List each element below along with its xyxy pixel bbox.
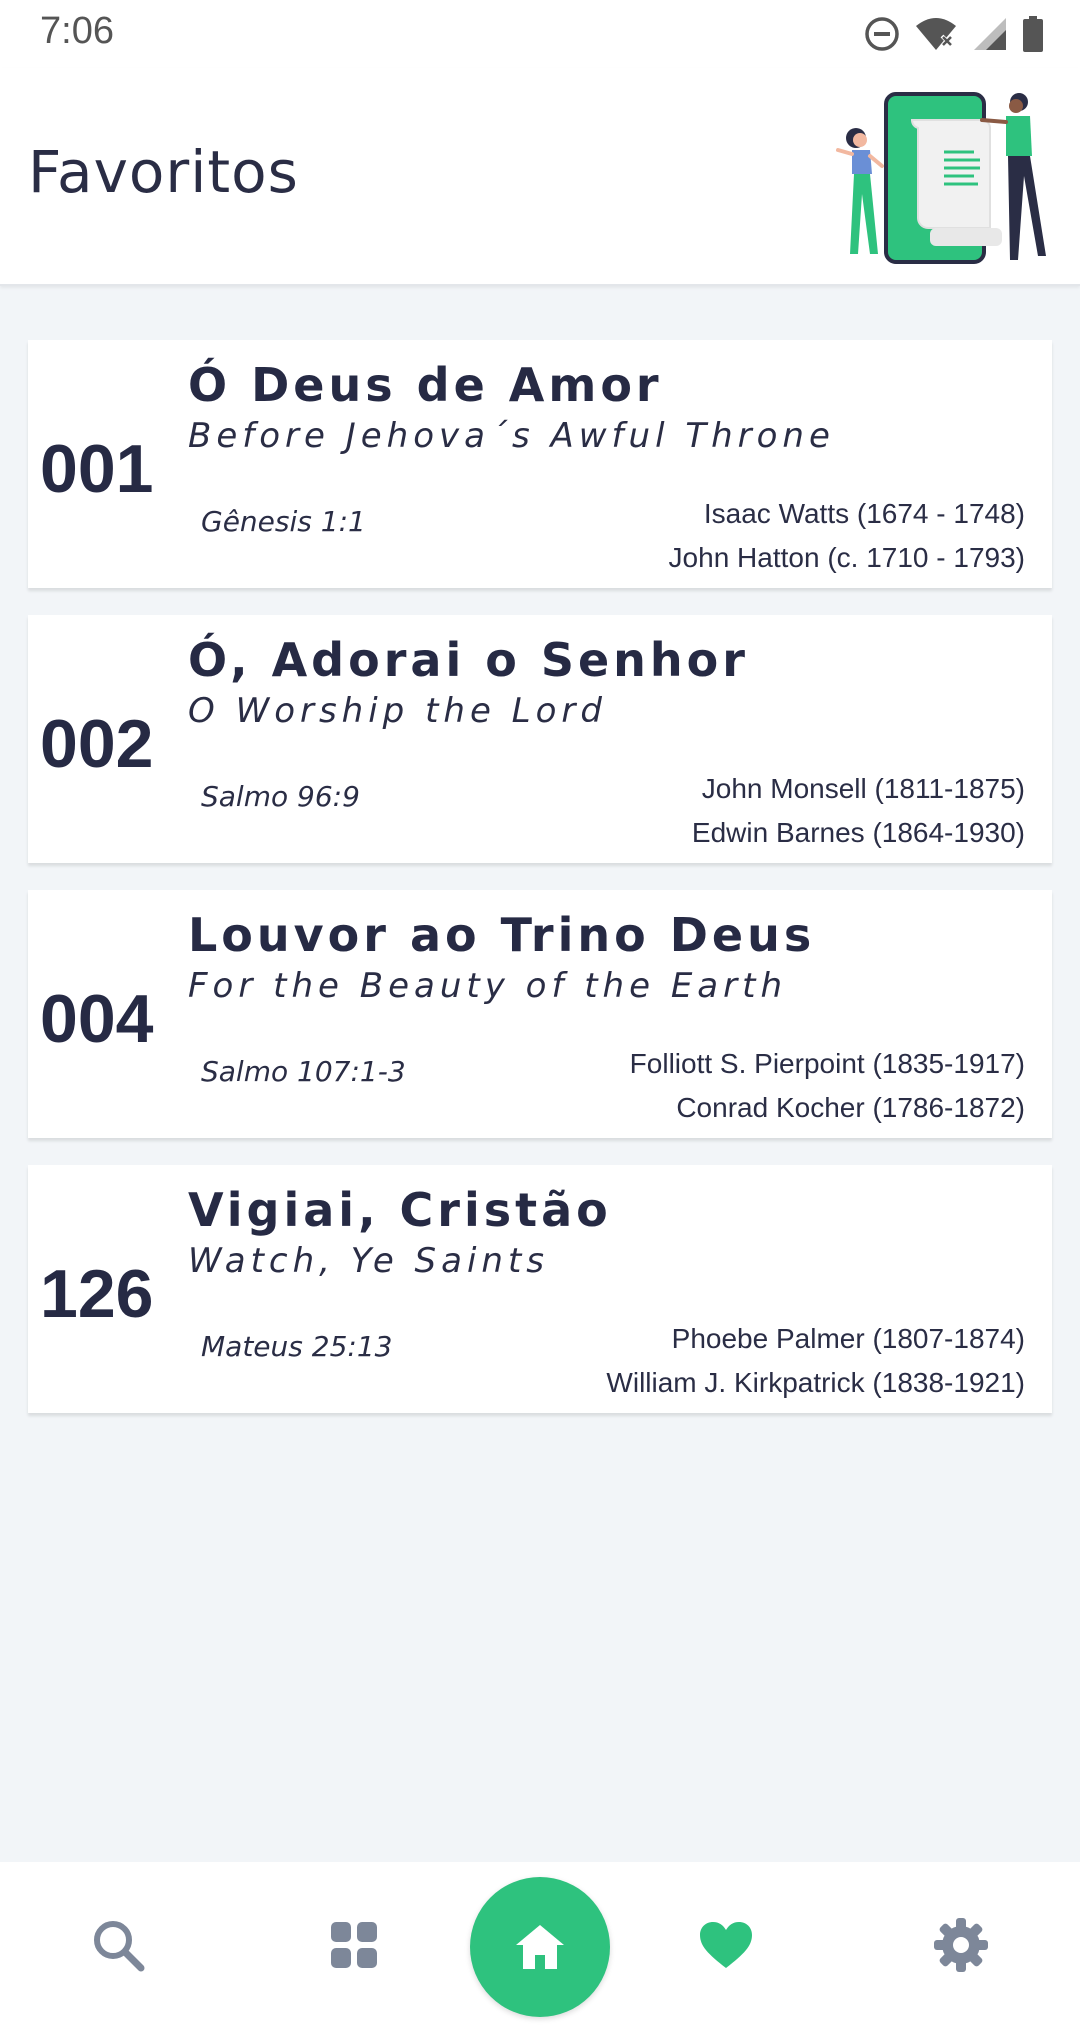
hymn-author-lyrics: Folliott S. Pierpoint (1835-1917): [629, 1048, 1025, 1079]
favorites-list: 001 Ó Deus de Amor Before Jehova´s Awful…: [28, 340, 1052, 1440]
hymn-card[interactable]: 002 Ó, Adorai o Senhor O Worship the Lor…: [28, 615, 1052, 863]
battery-icon: [1023, 16, 1043, 52]
hymn-number: 004: [40, 981, 154, 1057]
nav-settings[interactable]: [901, 1862, 1021, 2028]
hymn-reference: Gênesis 1:1: [201, 505, 366, 538]
hymn-author-music: John Hatton (c. 1710 - 1793): [668, 542, 1025, 573]
hymn-author-music: Conrad Kocher (1786-1872): [676, 1092, 1025, 1123]
hymn-number: 001: [40, 431, 154, 507]
hymn-author-lyrics: John Monsell (1811-1875): [701, 773, 1025, 804]
hymn-original-title: Watch, Ye Saints: [188, 1241, 549, 1281]
hymn-authors: Folliott S. Pierpoint (1835-1917) Conrad…: [630, 1042, 1025, 1130]
gear-icon: [934, 1918, 988, 1972]
hymn-title: Vigiai, Cristão: [188, 1183, 612, 1237]
hymn-authors: Phoebe Palmer (1807-1874) William J. Kir…: [606, 1317, 1025, 1405]
home-icon: [516, 1925, 564, 1969]
hymn-author-music: Edwin Barnes (1864-1930): [691, 817, 1025, 848]
status-bar: 7:06: [0, 0, 1080, 68]
home-button[interactable]: [470, 1877, 610, 2017]
hymn-title: Louvor ao Trino Deus: [188, 908, 816, 962]
hymn-author-music: William J. Kirkpatrick (1838-1921): [606, 1367, 1025, 1398]
hymn-card[interactable]: 001 Ó Deus de Amor Before Jehova´s Awful…: [28, 340, 1052, 588]
hymn-reference: Mateus 25:13: [201, 1330, 393, 1363]
hymn-title: Ó Deus de Amor: [188, 358, 663, 412]
hymn-original-title: O Worship the Lord: [188, 691, 607, 731]
signal-icon: [974, 18, 1006, 50]
header-illustration: [836, 92, 1046, 264]
page-title: Favoritos: [28, 138, 299, 206]
hymn-original-title: Before Jehova´s Awful Throne: [188, 416, 835, 456]
status-time: 7:06: [40, 10, 114, 52]
hymn-card[interactable]: 126 Vigiai, Cristão Watch, Ye Saints Mat…: [28, 1165, 1052, 1413]
hymn-card[interactable]: 004 Louvor ao Trino Deus For the Beauty …: [28, 890, 1052, 1138]
app-header: Favoritos: [0, 68, 1080, 286]
wifi-off-icon: [916, 18, 956, 50]
grid-icon: [331, 1922, 377, 1968]
hymn-original-title: For the Beauty of the Earth: [188, 966, 787, 1006]
hymn-reference: Salmo 107:1-3: [201, 1055, 406, 1088]
do-not-disturb-icon: [865, 17, 899, 51]
heart-icon: [700, 1922, 752, 1968]
hymn-authors: John Monsell (1811-1875) Edwin Barnes (1…: [692, 767, 1025, 855]
hymn-author-lyrics: Isaac Watts (1674 - 1748): [703, 498, 1025, 529]
hymn-number: 002: [40, 706, 154, 782]
nav-categories[interactable]: [294, 1862, 414, 2028]
hymn-author-lyrics: Phoebe Palmer (1807-1874): [671, 1323, 1025, 1354]
search-icon: [94, 1921, 145, 1972]
hymn-reference: Salmo 96:9: [201, 780, 360, 813]
status-icons: [864, 14, 1044, 54]
hymn-authors: Isaac Watts (1674 - 1748) John Hatton (c…: [669, 492, 1025, 580]
hymn-number: 126: [40, 1256, 154, 1332]
hymn-title: Ó, Adorai o Senhor: [188, 633, 749, 687]
nav-search[interactable]: [58, 1862, 178, 2028]
nav-favorites[interactable]: [666, 1862, 786, 2028]
